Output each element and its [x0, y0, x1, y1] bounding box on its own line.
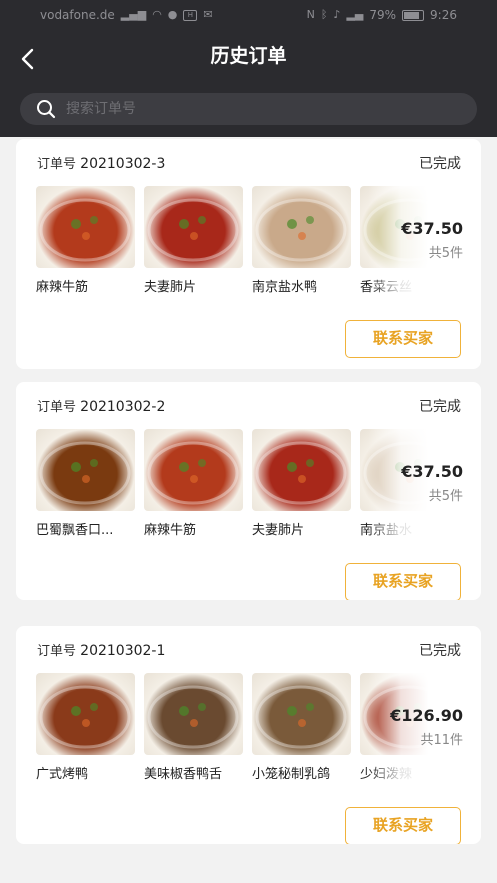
order-price: €37.50 共5件 [401, 462, 463, 504]
dish-name: 麻辣牛筋 [144, 523, 197, 538]
order-item[interactable]: 南京盐水鸭 [252, 186, 351, 295]
order-item[interactable]: 夫妻肺片 [144, 186, 243, 295]
search-bar[interactable] [20, 93, 477, 125]
order-card[interactable]: 订单号 20210302-1 已完成 广式烤鸭 美味椒香鸭舌 小笼秘制乳鸽 €1… [16, 626, 481, 844]
order-item[interactable]: 小笼秘制乳鸽 [252, 673, 351, 782]
app-header: vodafone.de ▂▄▆ ◠ ● H ✉ N ᛒ ♪ ▂▄ 79% 9:2… [0, 0, 497, 137]
order-item[interactable]: 麻辣牛筋 [144, 429, 243, 538]
order-total: €37.50 [401, 219, 463, 238]
dish-image [36, 429, 135, 511]
order-status: 已完成 [419, 156, 461, 172]
search-icon [37, 100, 56, 119]
battery-icon [402, 9, 425, 21]
order-item-count: 共5件 [428, 489, 463, 504]
order-number: 订单号 20210302-1 [37, 640, 165, 659]
dish-name: 夫妻肺片 [144, 280, 197, 295]
signal-icon: ▂▄▆ [120, 8, 147, 21]
mute-icon: ♪ [333, 8, 341, 21]
contact-buyer-button[interactable]: 联系买家 [345, 807, 461, 844]
order-card[interactable]: 订单号 20210302-3 已完成 麻辣牛筋 夫妻肺片 南京盐水鸭 €37.5… [16, 139, 481, 369]
contact-buyer-button[interactable]: 联系买家 [345, 320, 461, 358]
search-input[interactable] [56, 101, 477, 117]
wifi-icon: ◠ [152, 8, 162, 21]
dish-image [252, 186, 351, 268]
order-card[interactable]: 订单号 20210302-2 已完成 巴蜀飘香口... 麻辣牛筋 夫妻肺片 €3… [16, 382, 481, 600]
dish-name: 麻辣牛筋 [36, 280, 89, 295]
order-price: €37.50 共5件 [401, 219, 463, 261]
carrier-label: vodafone.de [40, 8, 115, 22]
order-number-value: 20210302-2 [80, 399, 166, 415]
order-price: €126.90 共11件 [390, 706, 463, 748]
order-number-label: 订单号 [37, 157, 77, 172]
dish-image [144, 673, 243, 755]
dish-image [144, 186, 243, 268]
dish-image [252, 673, 351, 755]
dish-image [36, 673, 135, 755]
dish-name: 南京盐水鸭 [252, 280, 318, 295]
order-item-count: 共11件 [420, 733, 463, 748]
app-badge-icon: H [183, 9, 198, 21]
dish-name: 小笼秘制乳鸽 [252, 767, 331, 782]
order-status: 已完成 [419, 643, 461, 659]
wechat-icon: ✉ [203, 8, 213, 21]
clock: 9:26 [430, 8, 457, 22]
order-number: 订单号 20210302-2 [37, 396, 165, 415]
order-total: €37.50 [401, 462, 463, 481]
order-number-value: 20210302-3 [80, 156, 166, 172]
order-item[interactable]: 美味椒香鸭舌 [144, 673, 243, 782]
order-item-count: 共5件 [428, 246, 463, 261]
order-item[interactable]: 巴蜀飘香口... [36, 429, 135, 538]
order-item[interactable]: 广式烤鸭 [36, 673, 135, 782]
order-number-label: 订单号 [37, 400, 77, 415]
dish-image [144, 429, 243, 511]
order-item[interactable]: 麻辣牛筋 [36, 186, 135, 295]
order-number-label: 订单号 [37, 644, 77, 659]
bluetooth-icon: ᛒ [320, 8, 328, 21]
order-status: 已完成 [419, 399, 461, 415]
dish-name: 美味椒香鸭舌 [144, 767, 223, 782]
dish-image [252, 429, 351, 511]
order-number-value: 20210302-1 [80, 643, 166, 659]
battery-percent: 79% [369, 8, 397, 22]
order-total: €126.90 [390, 706, 463, 725]
page-title: 历史订单 [210, 45, 287, 67]
dish-image [36, 186, 135, 268]
order-item[interactable]: 夫妻肺片 [252, 429, 351, 538]
order-number: 订单号 20210302-3 [37, 153, 165, 172]
signal-strength-icon: ▂▄ [346, 8, 364, 21]
dish-name: 巴蜀飘香口... [36, 523, 114, 538]
status-bar: vodafone.de ▂▄▆ ◠ ● H ✉ N ᛒ ♪ ▂▄ 79% 9:2… [0, 0, 497, 32]
dish-name: 夫妻肺片 [252, 523, 305, 538]
contact-buyer-button[interactable]: 联系买家 [345, 563, 461, 600]
notification-icon: ● [167, 8, 178, 21]
dish-name: 广式烤鸭 [36, 767, 89, 782]
nfc-icon: N [306, 8, 315, 21]
